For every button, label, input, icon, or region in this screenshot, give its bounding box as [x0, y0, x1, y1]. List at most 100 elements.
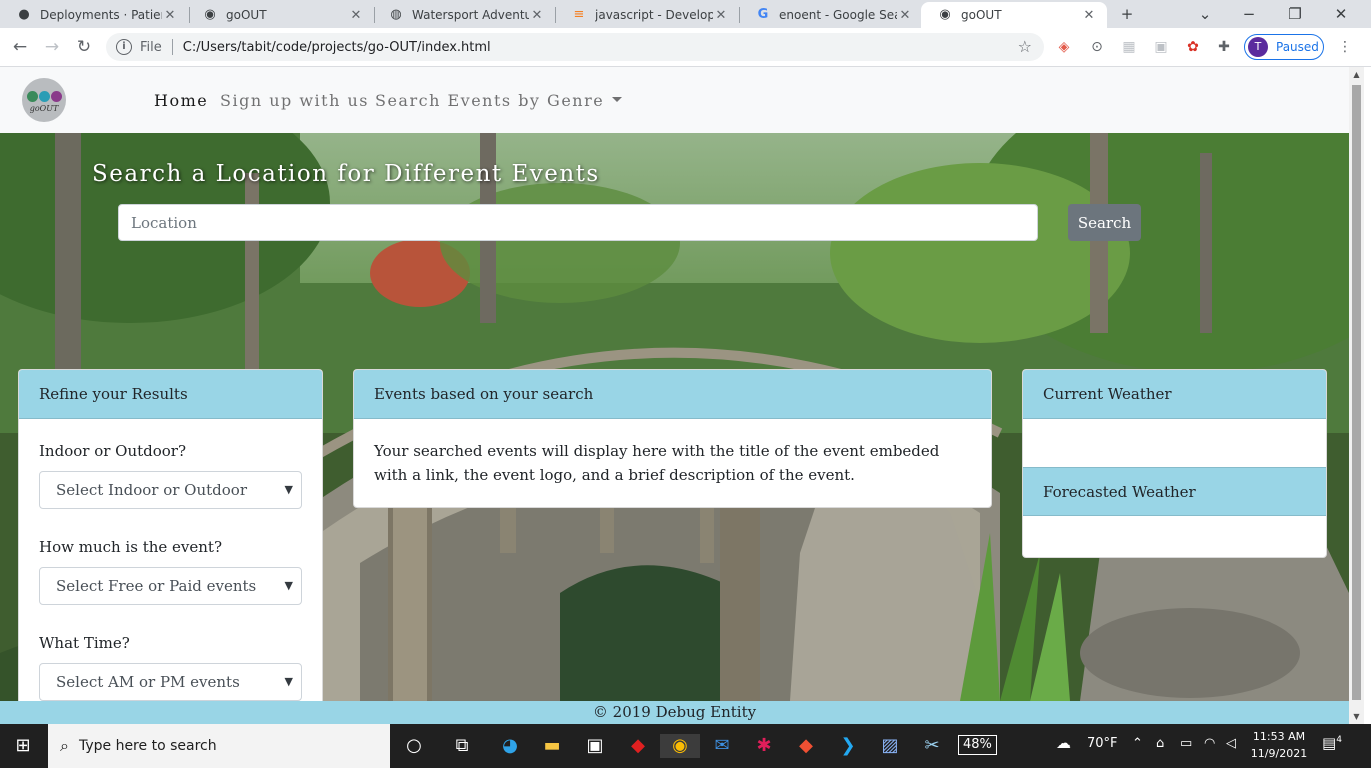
tab-title: enoent - Google Searc [779, 8, 897, 22]
forward-icon[interactable]: → [41, 36, 63, 58]
browser-menu-icon[interactable]: ⋮ [1336, 38, 1354, 56]
taskbar-clock[interactable]: 11:53 AM 11/9/2021 [1244, 728, 1314, 762]
event-cost-select[interactable]: Select Free or Paid events ▼ [39, 567, 302, 605]
close-tab-icon[interactable]: ✕ [1081, 8, 1097, 23]
chrome-icon[interactable]: ◉ [660, 734, 700, 758]
profile-button[interactable]: T Paused [1244, 34, 1324, 60]
file-explorer-icon[interactable]: ▬ [539, 734, 565, 758]
clock-date: 11/9/2021 [1250, 747, 1308, 760]
tab-search-icon[interactable]: ⌄ [1194, 2, 1216, 26]
meet-now-icon[interactable]: ⌂ [1156, 736, 1164, 751]
address-protocol: File [140, 39, 162, 55]
nav-genre-label: Search Events by Genre [375, 91, 605, 110]
forecast-weather-header: Forecasted Weather [1023, 467, 1326, 516]
close-tab-icon[interactable]: ✕ [713, 8, 729, 23]
event-cost-label: How much is the event? [39, 538, 222, 556]
photos-icon[interactable]: ▨ [877, 734, 903, 758]
profile-status: Paused [1276, 40, 1319, 54]
browser-tab-goout-active[interactable]: ◉ goOUT ✕ [921, 2, 1107, 28]
tab-title: goOUT [961, 8, 1002, 22]
site-navbar: goOUT Home Sign up with us Search Events… [0, 67, 1349, 133]
info-icon[interactable]: i [116, 39, 132, 55]
extension-icon[interactable]: ⊙ [1088, 38, 1106, 56]
snip-tool-icon[interactable]: ✂ [919, 734, 945, 758]
nav-signup-link[interactable]: Sign up with us [220, 91, 369, 110]
events-card-body: Your searched events will display here w… [374, 442, 940, 484]
windows-start-icon[interactable]: ⊞ [12, 734, 34, 758]
extensions-puzzle-icon[interactable]: ✚ [1215, 38, 1233, 56]
new-tab-icon[interactable]: + [1116, 2, 1138, 26]
show-hidden-icons-icon[interactable]: ⌃ [1132, 736, 1143, 751]
close-tab-icon[interactable]: ✕ [162, 8, 178, 23]
events-card-header: Events based on your search [354, 370, 991, 419]
git-icon[interactable]: ◆ [793, 734, 819, 758]
goout-logo[interactable]: goOUT [22, 78, 66, 122]
current-weather-body [1023, 419, 1326, 467]
browser-tab-watersport[interactable]: ◍ Watersport Adventure ✕ [372, 2, 555, 28]
browser-tab-javascript[interactable]: ≡ javascript - Developme ✕ [555, 2, 739, 28]
site-footer: © 2019 Debug Entity [0, 701, 1349, 724]
extension-icon[interactable]: ▦ [1120, 38, 1138, 56]
location-search-input[interactable] [118, 204, 1038, 241]
refine-card-body: Indoor or Outdoor? Select Indoor or Outd… [19, 419, 322, 701]
notification-count: 4 [1336, 735, 1342, 745]
back-icon[interactable]: ← [9, 36, 31, 58]
taskbar-search-box[interactable]: ⌕ Type here to search [48, 724, 390, 768]
address-bar[interactable]: i File C:/Users/tabit/code/projects/go-O… [106, 33, 1044, 61]
scroll-up-icon[interactable]: ▲ [1349, 67, 1364, 82]
hero-section: Search a Location for Different Events S… [0, 133, 1349, 701]
nav-genre-dropdown[interactable]: Search Events by Genre [375, 91, 623, 110]
page-scrollbar[interactable]: ▲ ▼ [1349, 67, 1364, 724]
current-weather-header: Current Weather [1023, 370, 1326, 419]
chevron-down-icon: ▼ [284, 483, 293, 496]
vscode-icon[interactable]: ❯ [835, 734, 861, 758]
battery-meter[interactable]: 48% [958, 735, 997, 755]
task-view-icon[interactable]: ⧉ [450, 734, 474, 758]
slack-icon[interactable]: ✱ [751, 734, 777, 758]
address-url[interactable]: C:/Users/tabit/code/projects/go-OUT/inde… [183, 40, 491, 55]
close-tab-icon[interactable]: ✕ [897, 8, 913, 23]
store-icon[interactable]: ▣ [582, 734, 608, 758]
browser-tab-goout[interactable]: ◉ goOUT ✕ [186, 2, 374, 28]
extension-icon[interactable]: ◈ [1055, 38, 1073, 56]
refine-card-header: Refine your Results [19, 370, 322, 419]
color-picker-extension-icon[interactable]: ✿ [1184, 38, 1202, 56]
scrollbar-thumb[interactable] [1352, 85, 1361, 700]
tab-title: javascript - Developme [595, 8, 713, 22]
event-time-select[interactable]: Select AM or PM events ▼ [39, 663, 302, 701]
close-tab-icon[interactable]: ✕ [529, 8, 545, 23]
close-window-icon[interactable]: ✕ [1330, 2, 1352, 26]
github-icon: ● [18, 7, 30, 22]
minimize-icon[interactable]: − [1238, 2, 1260, 26]
mcafee-icon[interactable]: ◆ [625, 734, 651, 758]
goout-icon: ◉ [939, 7, 951, 22]
edge-icon[interactable]: ◕ [497, 734, 523, 758]
indoor-outdoor-label: Indoor or Outdoor? [39, 442, 187, 460]
browser-tab-google[interactable]: G enoent - Google Searc ✕ [739, 2, 923, 28]
indoor-outdoor-value: Select Indoor or Outdoor [56, 481, 248, 499]
taskbar-temperature[interactable]: 70°F [1087, 736, 1118, 751]
indoor-outdoor-select[interactable]: Select Indoor or Outdoor ▼ [39, 471, 302, 509]
browser-tab-deployments[interactable]: ● Deployments · Patienc ✕ [0, 2, 188, 28]
volume-icon[interactable]: ◁ [1226, 736, 1236, 751]
restore-icon[interactable]: ❐ [1284, 2, 1306, 26]
nav-home-link[interactable]: Home [154, 91, 208, 110]
scroll-down-icon[interactable]: ▼ [1349, 709, 1364, 724]
bookmark-star-icon[interactable]: ☆ [1018, 37, 1032, 56]
event-time-label: What Time? [39, 634, 130, 652]
mail-icon[interactable]: ✉ [709, 734, 735, 758]
extension-icon[interactable]: ▣ [1152, 38, 1170, 56]
cortana-icon[interactable]: ○ [402, 734, 426, 758]
battery-icon[interactable]: ▭ [1180, 736, 1192, 751]
notifications-icon[interactable]: ▤4 [1322, 734, 1342, 752]
reload-icon[interactable]: ↻ [73, 36, 95, 58]
weather-cloud-icon[interactable]: ☁ [1056, 734, 1071, 752]
search-button[interactable]: Search [1068, 204, 1141, 241]
address-divider [171, 39, 173, 55]
search-icon: ⌕ [60, 736, 69, 755]
close-tab-icon[interactable]: ✕ [348, 8, 364, 23]
wifi-icon[interactable]: ◠ [1204, 736, 1215, 751]
chevron-down-icon [612, 97, 623, 102]
logo-dot [39, 91, 50, 102]
page-viewport: goOUT Home Sign up with us Search Events… [0, 67, 1349, 724]
